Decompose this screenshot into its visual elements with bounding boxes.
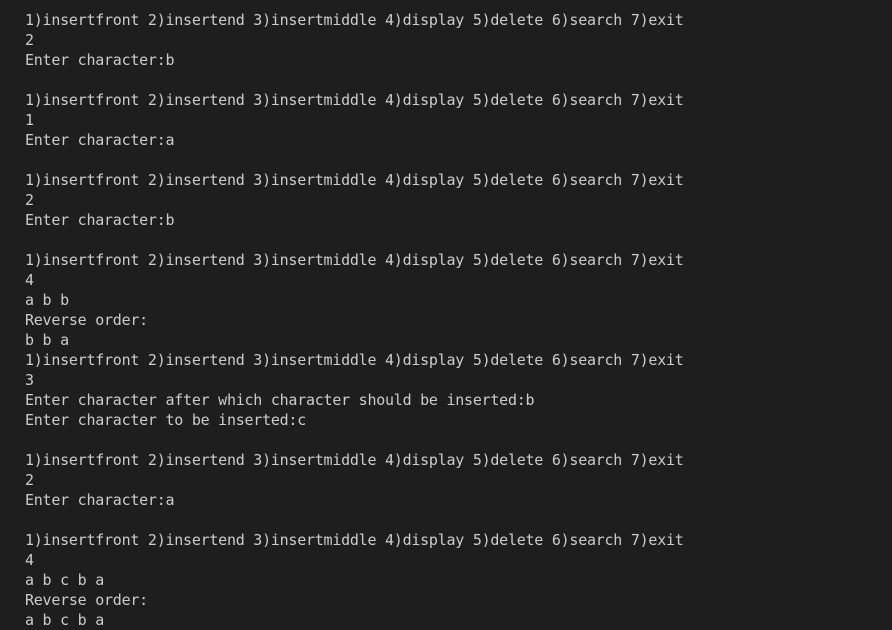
menu-line: 1)insertfront 2)insertend 3)insertmiddle… [25,251,684,269]
user-input-line: 4 [25,551,34,569]
user-input-line: 2 [25,471,34,489]
prompt-line: Enter character:b [25,211,175,229]
prompt-line: Enter character:a [25,491,175,509]
menu-line: 1)insertfront 2)insertend 3)insertmiddle… [25,351,684,369]
menu-line: 1)insertfront 2)insertend 3)insertmiddle… [25,171,684,189]
menu-line: 1)insertfront 2)insertend 3)insertmiddle… [25,11,684,29]
output-line: a b b [25,291,69,309]
prompt-line: Enter character to be inserted:c [25,411,306,429]
user-input-line: 4 [25,271,34,289]
menu-line: 1)insertfront 2)insertend 3)insertmiddle… [25,451,684,469]
terminal-output[interactable]: 1)insertfront 2)insertend 3)insertmiddle… [0,0,892,630]
output-line: a b c b a [25,611,105,629]
user-input-line: 1 [25,111,34,129]
output-line: a b c b a [25,571,105,589]
menu-line: 1)insertfront 2)insertend 3)insertmiddle… [25,531,684,549]
menu-line: 1)insertfront 2)insertend 3)insertmiddle… [25,91,684,109]
prompt-line: Enter character:b [25,51,175,69]
user-input-line: 2 [25,191,34,209]
prompt-line: Enter character after which character sh… [25,391,535,409]
output-line: Reverse order: [25,311,148,329]
user-input-line: 3 [25,371,34,389]
user-input-line: 2 [25,31,34,49]
prompt-line: Enter character:a [25,131,175,149]
output-line: Reverse order: [25,591,148,609]
output-line: b b a [25,331,69,349]
